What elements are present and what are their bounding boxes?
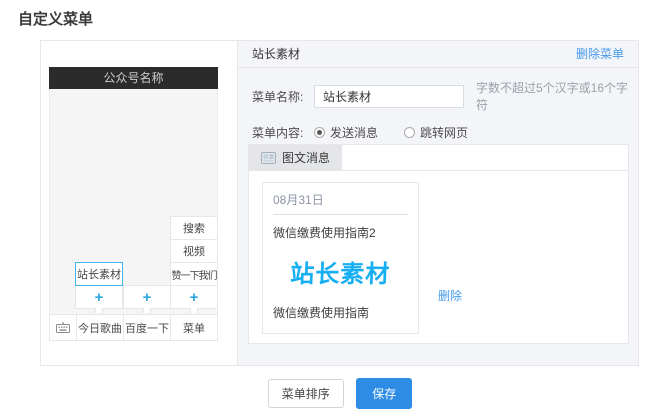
radio-send-message-label: 发送消息 — [330, 124, 378, 141]
message-preview-area: 08月31日 微信缴费使用指南2 站长素材 微信缴费使用指南 删除 — [249, 171, 628, 345]
menu-name-input[interactable] — [314, 85, 464, 108]
card-article-title-1: 微信缴费使用指南2 — [263, 215, 418, 241]
add-submenu-button-3[interactable]: + — [170, 285, 218, 309]
radio-jump-webpage-label: 跳转网页 — [420, 124, 468, 141]
add-submenu-button-2[interactable]: + — [123, 285, 171, 309]
menu-editor-panel: 删除菜单 站长素材 菜单名称: 字数不超过5个汉字或16个字符 菜单内容: 发送… — [238, 41, 638, 365]
menu-name-label: 菜单名称: — [252, 88, 314, 105]
submenu-item-like-us[interactable]: 赞一下我们 — [170, 262, 218, 286]
popup-notch — [143, 308, 151, 313]
sort-menu-button[interactable]: 菜单排序 — [268, 379, 344, 408]
popup-notch — [95, 308, 103, 313]
menu-name-hint: 字数不超过5个汉字或16个字符 — [476, 79, 638, 113]
card-article-title-2: 微信缴费使用指南 — [263, 291, 418, 333]
submenu-column-2: + — [123, 286, 171, 309]
menu-item-menu[interactable]: 菜单 — [170, 315, 217, 340]
phone-menu-bar: 今日歌曲 百度一下 菜单 — [49, 314, 218, 341]
menu-name-row: 菜单名称: 字数不超过5个汉字或16个字符 — [252, 79, 638, 113]
radio-dot-icon — [314, 127, 325, 138]
add-submenu-button-1[interactable]: + — [75, 285, 123, 309]
rich-message-card[interactable]: 08月31日 微信缴费使用指南2 站长素材 微信缴费使用指南 — [262, 182, 419, 334]
account-name-header: 公众号名称 — [49, 67, 218, 89]
submenu-item-selected[interactable]: 站长素材 — [75, 262, 123, 286]
card-date: 08月31日 — [273, 183, 408, 215]
news-article-icon — [261, 152, 276, 164]
main-container: 公众号名称 站长素材 + + 搜索 视频 赞一下我们 + — [40, 40, 639, 366]
popup-notch — [190, 308, 198, 313]
footer-actions: 菜单排序 保存 — [40, 378, 640, 409]
tab-rich-message[interactable]: 图文消息 — [249, 145, 342, 170]
message-content-box: 图文消息 08月31日 微信缴费使用指南2 站长素材 微信缴费使用指南 删除 — [248, 144, 629, 344]
radio-jump-webpage[interactable]: 跳转网页 — [404, 124, 468, 141]
delete-menu-link[interactable]: 删除菜单 — [576, 41, 624, 67]
radio-dot-icon — [404, 127, 415, 138]
radio-send-message[interactable]: 发送消息 — [314, 124, 378, 141]
menu-item-today-song[interactable]: 今日歌曲 — [76, 315, 123, 340]
menu-content-row: 菜单内容: 发送消息 跳转网页 — [252, 124, 638, 141]
editor-header-title: 站长素材 — [252, 47, 300, 61]
submenu-column-3: 搜索 视频 赞一下我们 + — [170, 217, 218, 309]
card-logo-image: 站长素材 — [262, 241, 419, 291]
submenu-item-search[interactable]: 搜索 — [170, 216, 218, 240]
editor-header: 删除菜单 站长素材 — [238, 41, 638, 68]
save-button[interactable]: 保存 — [356, 378, 412, 409]
content-type-radio-group: 发送消息 跳转网页 — [314, 124, 494, 141]
submenu-item-video[interactable]: 视频 — [170, 239, 218, 263]
submenu-column-1: 站长素材 + — [75, 263, 123, 309]
delete-article-link[interactable]: 删除 — [438, 287, 462, 304]
tab-rich-message-label: 图文消息 — [282, 149, 330, 166]
menu-content-label: 菜单内容: — [252, 124, 314, 141]
phone-mockup: 公众号名称 站长素材 + + 搜索 视频 赞一下我们 + — [49, 67, 218, 341]
phone-preview-panel: 公众号名称 站长素材 + + 搜索 视频 赞一下我们 + — [41, 41, 238, 365]
keyboard-icon — [50, 315, 76, 340]
menu-item-baidu[interactable]: 百度一下 — [123, 315, 170, 340]
message-tab-bar: 图文消息 — [249, 145, 628, 171]
page-title: 自定义菜单 — [18, 8, 93, 29]
